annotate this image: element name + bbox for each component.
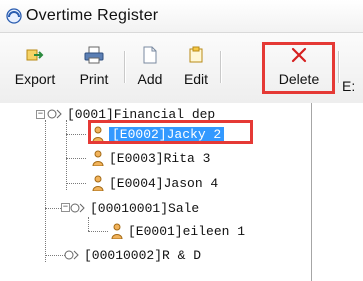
print-label: Print [79, 71, 109, 87]
collapse-toggle[interactable]: − [36, 110, 45, 119]
tree-connector [66, 120, 67, 190]
person-icon [92, 175, 104, 191]
app-icon [6, 8, 22, 24]
delete-highlight-box [262, 42, 335, 94]
person-icon [92, 150, 104, 166]
tree-node-department[interactable]: [00010002]R & D [64, 245, 201, 265]
detail-panel [312, 103, 363, 281]
overtime-register-window: Overtime Register Export Print Add Edit … [0, 0, 363, 281]
export-button[interactable]: Export [4, 41, 66, 97]
edit-label: Edit [183, 71, 209, 87]
person-icon [111, 223, 123, 239]
export-icon [26, 49, 44, 61]
tree-node-department[interactable]: [00010001]Sale [70, 198, 199, 218]
tree-connector [66, 158, 86, 159]
department-icon [47, 109, 62, 119]
print-button[interactable]: Print [70, 41, 118, 97]
tree-connector [45, 120, 46, 262]
department-icon [70, 203, 85, 213]
new-document-icon [143, 46, 157, 64]
toolbar-separator [338, 51, 339, 83]
edit-button[interactable]: Edit [176, 41, 216, 97]
tree-node-employee[interactable]: [E0001]eileen 1 [108, 221, 245, 241]
toolbar-separator [220, 51, 221, 83]
tree-connector [88, 217, 89, 231]
tree-node-employee[interactable]: [E0004]Jason 4 [89, 173, 218, 193]
tree-connector [66, 134, 86, 135]
tree-connector [66, 183, 86, 184]
edit-icon [189, 46, 203, 63]
tree-node-employee[interactable]: [E0003]Rita 3 [89, 148, 210, 168]
toolbar-separator [124, 51, 125, 83]
title-bar: Overtime Register [0, 0, 363, 32]
tree-connector [45, 255, 65, 256]
export-label: Export [14, 71, 56, 87]
window-title: Overtime Register [26, 7, 159, 24]
left-margin [0, 103, 28, 281]
add-button[interactable]: Add [130, 41, 170, 97]
tree-connector [88, 231, 108, 232]
next-toolbar-label-partial[interactable]: E: [342, 78, 355, 94]
add-label: Add [137, 71, 163, 87]
selection-highlight-box [88, 120, 253, 144]
collapse-toggle[interactable]: − [61, 203, 70, 212]
department-icon [64, 250, 79, 260]
printer-icon [84, 46, 104, 64]
